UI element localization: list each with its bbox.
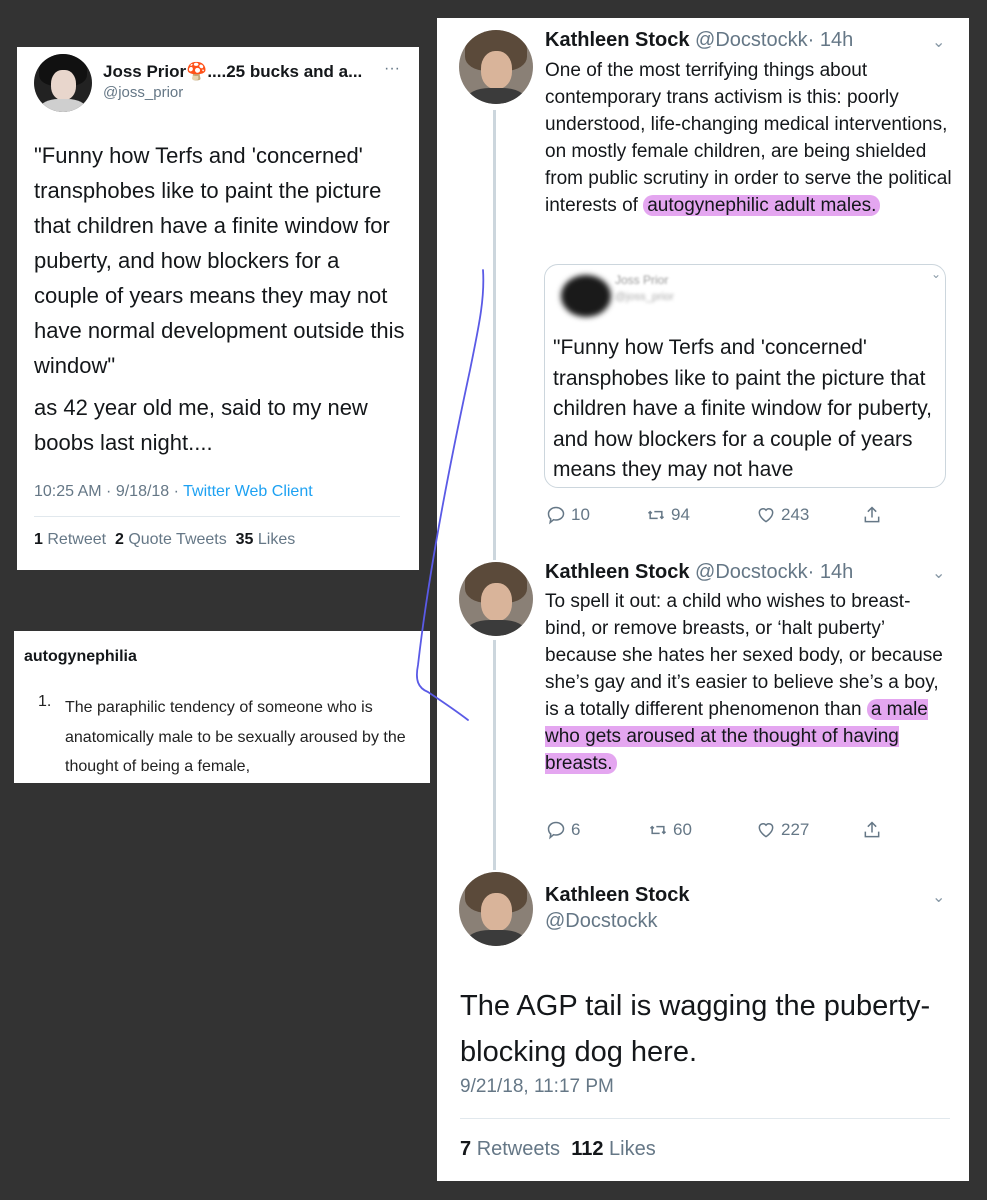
reply-count: 6 [571,820,581,839]
tweet1-time[interactable]: · 14h [808,29,854,51]
retweet-count: 1 [34,531,43,548]
reply-icon [547,506,565,525]
divider [460,1118,950,1119]
reply-icon [547,821,565,840]
tweet1-handle[interactable]: @Docstockk [695,29,808,51]
retweet-stat[interactable]: 7 Retweets [460,1138,560,1160]
tweet2-actions: 6 60 227 [545,820,905,846]
likes-stat[interactable]: 35 Likes [236,531,296,548]
joss-meta: 10:25 AM · 9/18/18 · Twitter Web Client [34,483,313,501]
chevron-down-icon[interactable]: ⌄ [932,887,945,907]
retweet-button[interactable]: 60 [647,820,692,840]
kathleen-avatar[interactable] [459,562,533,636]
like-button[interactable]: 243 [755,505,809,525]
joss-display-name[interactable]: Joss Prior🍄....25 bucks and a... [103,62,362,82]
tweet3-name[interactable]: Kathleen Stock [545,884,689,907]
tweet3-text: The AGP tail is wagging the puberty-bloc… [460,990,931,1068]
definition-term: autogynephilia [24,648,137,665]
share-icon [864,821,880,838]
more-icon[interactable]: ··· [384,60,400,78]
joss-timestamp[interactable]: 10:25 AM · 9/18/18 · [34,483,179,500]
retweet-count: 7 [460,1138,472,1160]
retweet-label: Retweets [476,1138,561,1160]
retweet-count: 60 [673,820,692,839]
chevron-down-icon[interactable]: ⌄ [932,563,945,583]
quoted-tweet[interactable]: Joss Prior @joss_prior ⌄ "Funny how Terf… [544,264,946,488]
tweet2-name[interactable]: Kathleen Stock [545,561,689,583]
chevron-down-icon[interactable]: ⌄ [931,267,941,281]
retweet-icon [649,825,667,835]
kathleen-avatar[interactable] [459,872,533,946]
quoted-handle: @joss_prior [615,291,674,303]
tweet2-header: Kathleen Stock @Docstockk· 14h [545,561,853,584]
likes-count: 112 [571,1138,604,1160]
tweet1-text: One of the most terrifying things about … [545,57,955,219]
retweet-label: Retweet [47,531,107,548]
joss-avatar[interactable] [34,54,92,112]
quote-label: Quote Tweets [128,531,227,548]
quote-stat[interactable]: 2 Quote Tweets [115,531,227,548]
reply-button[interactable]: 10 [545,505,590,525]
tweet2-time[interactable]: · 14h [808,561,854,583]
tweet3-handle[interactable]: @Docstockk [545,910,658,933]
joss-tweet-text: "Funny how Terfs and 'concerned' transph… [34,143,405,378]
share-button[interactable] [861,820,883,840]
definition-number: 1. [38,693,52,710]
likes-label: Likes [609,1138,656,1160]
tweet1-actions: 10 94 243 [545,505,905,531]
tweet3-stats: 7 Retweets 112 Likes [460,1138,656,1161]
likes-stat[interactable]: 112 Likes [571,1138,656,1160]
reply-count: 10 [571,505,590,524]
chevron-down-icon[interactable]: ⌄ [932,32,945,52]
reply-button[interactable]: 6 [545,820,580,840]
likes-label: Likes [257,531,296,548]
heart-icon [758,823,774,838]
retweet-button[interactable]: 94 [645,505,690,525]
tweet1-name[interactable]: Kathleen Stock [545,29,689,51]
quoted-name: Joss Prior [615,273,669,287]
tweet3-timestamp[interactable]: 9/21/18, 11:17 PM [460,1076,614,1098]
quote-count: 2 [114,531,124,548]
like-button[interactable]: 227 [755,820,809,840]
likes-count: 35 [235,531,254,548]
definition-text: The paraphilic tendency of someone who i… [65,699,406,775]
like-count: 227 [781,820,810,839]
tweet2-text: To spell it out: a child who wishes to b… [545,588,943,777]
retweet-icon [647,510,665,520]
heart-icon [758,508,774,523]
retweet-stat[interactable]: 1 Retweet [34,531,106,548]
like-count: 243 [781,505,810,524]
share-icon [864,506,880,523]
joss-tweet-text-2: as 42 year old me, said to my new boobs … [34,395,368,455]
tweet1-body: One of the most terrifying things about … [545,60,952,216]
thread-line [493,640,496,870]
quoted-avatar [561,275,611,317]
joss-handle[interactable]: @joss_prior [103,84,183,101]
quoted-text: "Funny how Terfs and 'concerned' transph… [553,336,932,481]
divider [34,516,400,517]
kathleen-avatar[interactable] [459,30,533,104]
share-button[interactable] [861,505,883,525]
tweet1-header: Kathleen Stock @Docstockk· 14h [545,29,853,52]
joss-client-link[interactable]: Twitter Web Client [183,483,313,500]
tweet1-highlight: autogynephilic adult males. [643,195,881,216]
retweet-count: 94 [671,505,690,524]
thread-line [493,110,496,560]
tweet2-handle[interactable]: @Docstockk [695,561,808,583]
joss-stats: 1 Retweet 2 Quote Tweets 35 Likes [34,531,295,549]
